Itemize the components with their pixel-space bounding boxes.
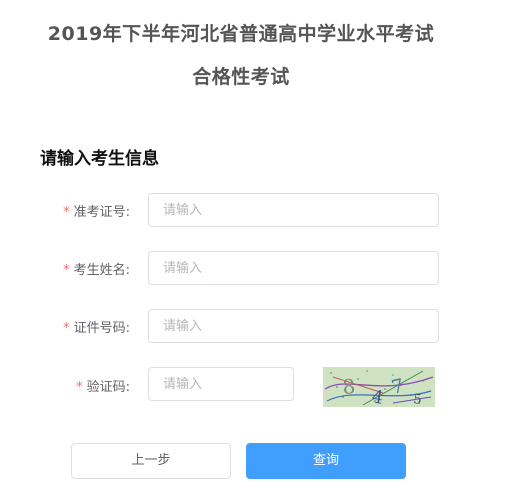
- label-text: 证件号码:: [73, 321, 130, 336]
- form-label-id-number: * 证件号码:: [10, 317, 130, 336]
- ticket-number-input[interactable]: [148, 193, 439, 227]
- required-mark: *: [63, 321, 70, 336]
- query-button[interactable]: 查询: [246, 443, 406, 479]
- form-label-ticket-number: * 准考证号:: [10, 201, 130, 220]
- section-title: 请输入考生信息: [40, 149, 159, 169]
- label-text: 验证码:: [86, 380, 130, 395]
- label-text: 考生姓名:: [73, 263, 130, 278]
- required-mark: *: [63, 205, 70, 220]
- captcha-image[interactable]: 8475 8 4 7 5: [323, 367, 435, 407]
- page-title-line-2: 合格性考试: [192, 66, 290, 88]
- form-label-captcha: * 验证码:: [10, 376, 130, 395]
- svg-text:5: 5: [413, 392, 423, 407]
- id-number-input[interactable]: [148, 309, 439, 343]
- prev-step-button[interactable]: 上一步: [71, 443, 231, 479]
- captcha-input[interactable]: [148, 367, 294, 401]
- candidate-name-input[interactable]: [148, 251, 439, 285]
- label-text: 准考证号:: [73, 205, 130, 220]
- required-mark: *: [76, 380, 83, 395]
- page-title-line-1: 2019年下半年河北省普通高中学业水平考试: [47, 23, 435, 45]
- svg-text:8: 8: [342, 374, 356, 399]
- form-label-candidate-name: * 考生姓名:: [10, 259, 130, 278]
- required-mark: *: [63, 263, 70, 278]
